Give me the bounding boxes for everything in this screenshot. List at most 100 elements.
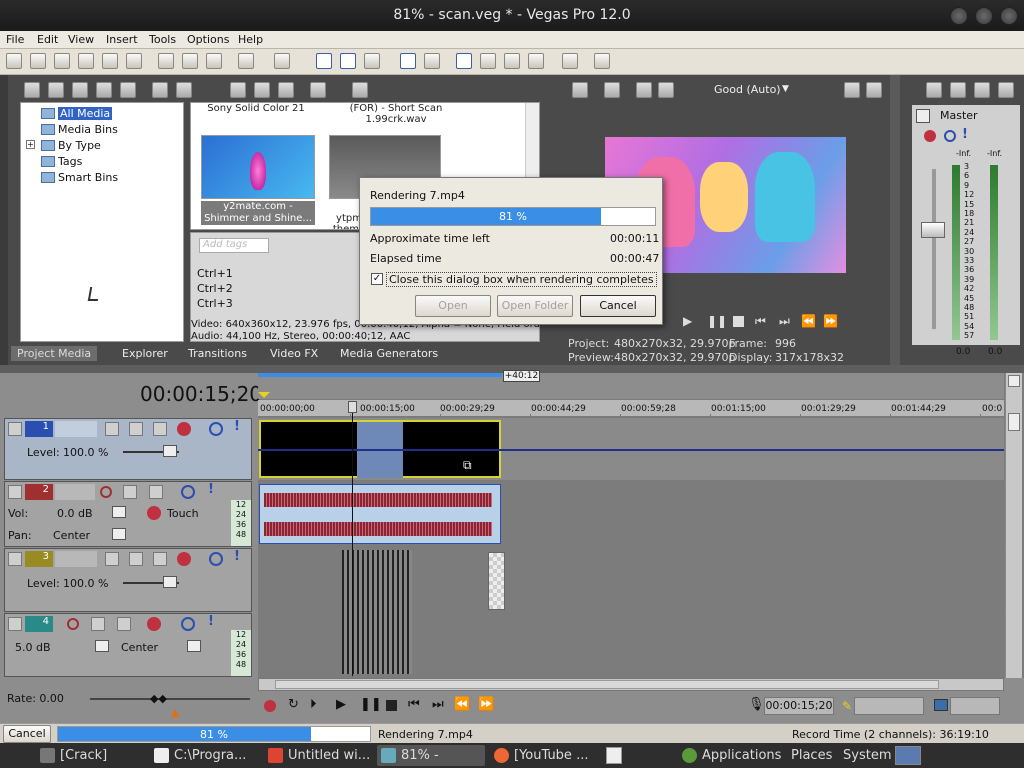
automation-mode[interactable]: Touch — [167, 507, 199, 520]
go-to-end-icon[interactable]: ⏭ — [432, 697, 444, 712]
envelope-tool-icon[interactable] — [340, 53, 356, 69]
track-name-field[interactable] — [55, 551, 97, 567]
track-fx-icon[interactable] — [153, 422, 167, 436]
pan-slider-thumb[interactable] — [187, 640, 201, 652]
solo-icon[interactable]: ! — [208, 482, 214, 497]
cancel-render-button[interactable]: Cancel — [580, 295, 656, 317]
gear-icon[interactable] — [147, 617, 161, 631]
pause-icon[interactable]: ❚❚ — [360, 697, 382, 712]
h-scroll-thumb[interactable] — [275, 680, 939, 689]
preview-quality[interactable]: Good (Auto) — [714, 83, 781, 96]
status-cancel-button[interactable]: Cancel — [3, 725, 51, 743]
menu-insert[interactable]: Insert — [106, 33, 138, 46]
expand-icon[interactable]: + — [26, 140, 35, 149]
tree-item-by-type[interactable]: By Type — [41, 139, 101, 153]
stop-preview-icon[interactable] — [254, 82, 270, 98]
tab-explorer[interactable]: Explorer — [122, 346, 168, 361]
go-to-start-icon[interactable]: ⏮ — [408, 697, 420, 712]
vertical-scrollbar[interactable] — [1005, 373, 1022, 678]
tab-project-media[interactable]: Project Media — [11, 346, 98, 361]
media-fx-icon[interactable] — [96, 82, 112, 98]
arm-record-icon[interactable] — [67, 618, 79, 630]
collapse-icon[interactable] — [8, 422, 22, 436]
previous-frame-icon[interactable]: ⏪ — [454, 697, 470, 712]
zoom-icon[interactable] — [352, 82, 368, 98]
event-pan-crop-icon[interactable]: ⧉ — [463, 458, 472, 473]
minimize-button[interactable] — [950, 7, 968, 25]
solo-icon[interactable]: ! — [234, 549, 240, 564]
close-when-done-checkbox[interactable]: ✓ — [371, 273, 383, 285]
ignore-grouping-icon[interactable] — [504, 53, 520, 69]
downmix-icon[interactable] — [974, 82, 990, 98]
track-header-3[interactable]: 3 ! Level: 100.0 % — [4, 548, 252, 612]
redo-icon[interactable] — [274, 53, 290, 69]
properties-icon[interactable] — [126, 53, 142, 69]
chevron-down-icon[interactable]: ▼ — [782, 84, 789, 94]
save-as-icon[interactable] — [78, 53, 94, 69]
menu-view[interactable]: View — [68, 33, 94, 46]
new-icon[interactable] — [6, 53, 22, 69]
fx-gear-icon[interactable] — [924, 130, 936, 142]
fx-icon[interactable] — [636, 82, 652, 98]
task-program-files[interactable]: C:\Progra... — [150, 745, 260, 766]
track-header-2[interactable]: 2 ! Vol: 0.0 dB Touch Pan: Center 12 24 … — [4, 481, 252, 547]
mute-icon[interactable] — [944, 130, 956, 142]
paste-icon[interactable] — [206, 53, 222, 69]
save-icon[interactable] — [54, 53, 70, 69]
open-icon[interactable] — [30, 53, 46, 69]
search-media-icon[interactable] — [120, 82, 136, 98]
auto-preview-icon[interactable] — [278, 82, 294, 98]
motion-icon[interactable] — [129, 422, 143, 436]
auto-ripple-icon[interactable] — [400, 53, 416, 69]
tree-item-smart-bins[interactable]: Smart Bins — [41, 171, 118, 185]
rate-slider-thumb[interactable]: ◆◆ — [150, 692, 174, 705]
markers-icon[interactable] — [528, 53, 544, 69]
tab-media-generators[interactable]: Media Generators — [340, 346, 438, 361]
gear-icon[interactable] — [177, 422, 191, 436]
solo-icon[interactable]: ! — [962, 127, 968, 142]
track-fx-icon[interactable] — [153, 552, 167, 566]
next-frame-icon[interactable]: ⏩ — [478, 697, 494, 712]
level-slider-thumb[interactable] — [163, 576, 177, 588]
gear-icon[interactable] — [147, 506, 161, 520]
mute-icon[interactable] — [181, 617, 195, 631]
track-header-1[interactable]: 1 ! Level: 100.0 % — [4, 418, 252, 480]
master-fx-icon[interactable] — [926, 82, 942, 98]
tab-video-fx[interactable]: Video FX — [270, 346, 318, 361]
maximize-button[interactable] — [975, 7, 993, 25]
render-icon[interactable] — [102, 53, 118, 69]
play-icon[interactable]: ▶ — [336, 697, 346, 712]
compositing-icon[interactable] — [105, 552, 119, 566]
meters-icon[interactable] — [998, 82, 1014, 98]
selection-tool-icon[interactable] — [364, 53, 380, 69]
tree-item-tags[interactable]: Tags — [41, 155, 82, 169]
tree-item-media-bins[interactable]: Media Bins — [41, 123, 118, 137]
level-slider-thumb[interactable] — [163, 445, 177, 457]
pause-icon[interactable]: ❚❚ — [707, 314, 727, 328]
close-when-done-label[interactable]: Close this dialog box when rendering com… — [386, 272, 657, 287]
play-preview-icon[interactable] — [230, 82, 246, 98]
snapping-icon[interactable] — [456, 53, 472, 69]
copy-snapshot-icon[interactable] — [844, 82, 860, 98]
previous-frame-icon[interactable]: ⏪ — [801, 314, 816, 328]
preview-properties-icon[interactable] — [572, 82, 588, 98]
views-icon[interactable] — [310, 82, 326, 98]
normal-edit-tool-icon[interactable] — [316, 53, 332, 69]
loop-region[interactable] — [258, 373, 502, 377]
mixer-icon[interactable] — [950, 82, 966, 98]
panel-divider[interactable] — [890, 75, 900, 365]
tags-input[interactable]: Add tags — [199, 238, 269, 253]
invert-phase-icon[interactable] — [91, 617, 105, 631]
go-to-start-icon[interactable]: ⏮ — [755, 314, 766, 329]
arm-record-icon[interactable] — [100, 486, 112, 498]
show-desktop-icon[interactable] — [606, 747, 622, 764]
composite-envelope[interactable] — [258, 449, 1004, 451]
pan-slider-thumb[interactable] — [112, 528, 126, 540]
menu-help[interactable]: Help — [238, 33, 263, 46]
master-fader[interactable] — [921, 222, 945, 238]
next-frame-icon[interactable]: ⏩ — [823, 314, 838, 328]
capture-icon[interactable] — [48, 82, 64, 98]
save-snapshot-icon[interactable] — [866, 82, 882, 98]
track-name-field[interactable] — [55, 421, 97, 437]
menu-options[interactable]: Options — [187, 33, 229, 46]
